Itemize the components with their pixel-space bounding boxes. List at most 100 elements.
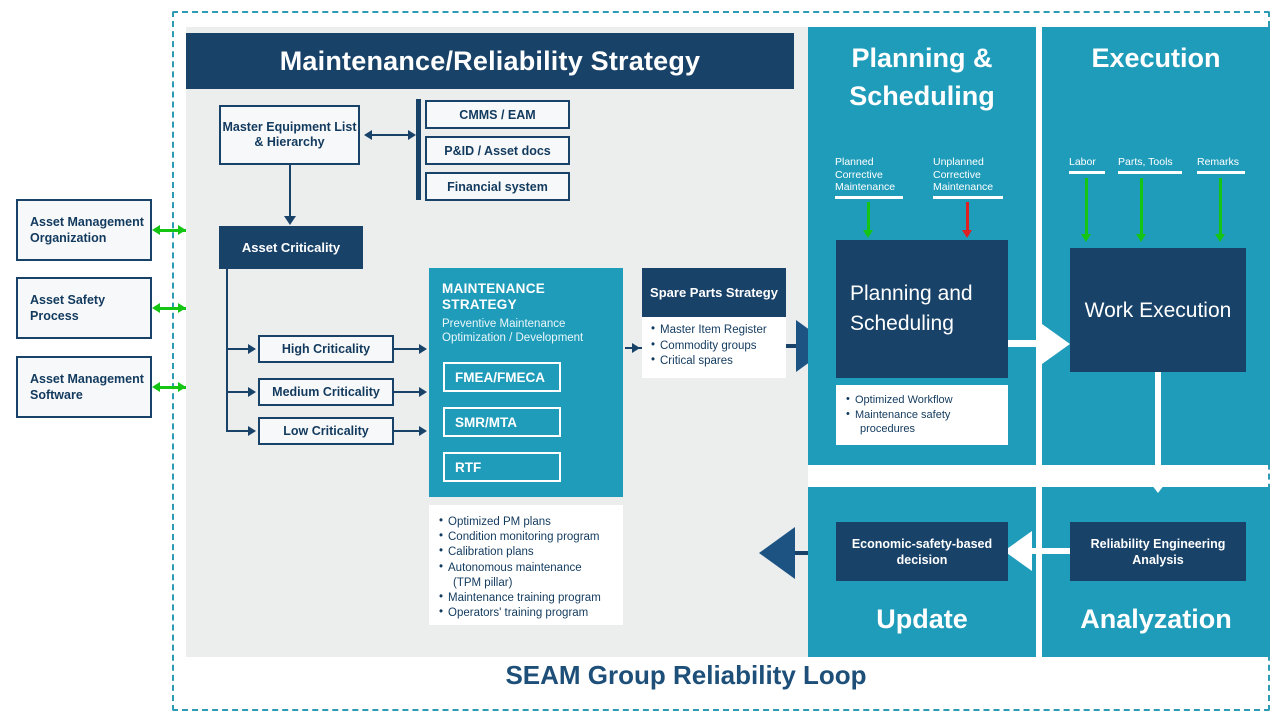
green-arrow-left-software (152, 382, 160, 392)
document-box-financial-system[interactable]: Financial system (425, 172, 570, 201)
list-item: Condition monitoring program (439, 529, 615, 545)
green-feed-line-planned (867, 202, 870, 232)
asset-criticality-box[interactable]: Asset Criticality (219, 226, 363, 269)
document-box-label: CMMS / EAM (459, 107, 536, 122)
arrow-left-master-docs (364, 130, 372, 140)
connector-execution-analyzation (1155, 372, 1161, 472)
list-item: Critical spares (651, 353, 780, 370)
work-execution-box[interactable]: Work Execution (1070, 248, 1246, 372)
connector-low-to-strategy (394, 430, 422, 432)
strategy-method-fmea[interactable]: FMEA/FMECA (443, 362, 561, 392)
arrow-right-strategy-spareparts (632, 343, 640, 353)
connector-master-docs (371, 134, 411, 136)
feed-underline (1118, 170, 1182, 174)
spare-parts-header: Spare Parts Strategy (642, 268, 786, 317)
planning-outputs-list: Optimized Workflow Maintenance safety pr… (846, 392, 1002, 437)
list-item: Master Item Register (651, 322, 780, 339)
green-arrow-right-org (178, 225, 186, 235)
arrow-right-low-criticality (248, 426, 256, 436)
arrow-right-master-docs (408, 130, 416, 140)
feed-underline (835, 195, 903, 199)
feed-label-planned-corrective-maintenance: Planned Corrective Maintenance (835, 156, 903, 199)
arrow-right-medium-to-strategy (419, 387, 427, 397)
criticality-label: Medium Criticality (272, 385, 380, 399)
economic-safety-based-decision-box[interactable]: Economic-safety-based decision (836, 522, 1008, 581)
strategy-method-label: FMEA/FMECA (455, 369, 545, 385)
arrow-right-high-criticality (248, 344, 256, 354)
strategy-method-label: RTF (455, 459, 482, 475)
strategy-panel-title: Maintenance/Reliability Strategy (279, 45, 701, 76)
list-item: Calibration plans (439, 544, 615, 560)
document-stack-bar (416, 99, 421, 200)
quadrant-title-update: Update (876, 604, 968, 634)
planning-outputs-panel: Optimized Workflow Maintenance safety pr… (836, 385, 1008, 445)
white-arrow-right-to-execution (1042, 324, 1070, 364)
criticality-label: High Criticality (281, 342, 371, 356)
big-arrow-left-update-loop (759, 527, 795, 579)
work-execution-label: Work Execution (1084, 298, 1232, 322)
maintenance-strategy-title: MAINTENANCE STRATEGY (442, 281, 546, 312)
document-box-cmms-eam[interactable]: CMMS / EAM (425, 100, 570, 129)
page-title: SEAM Group Reliability Loop (505, 660, 867, 690)
feed-label-text: Remarks (1197, 156, 1240, 168)
feed-label-parts-tools: Parts, Tools (1118, 156, 1182, 174)
document-box-label: Financial system (447, 179, 548, 194)
spare-parts-body: Master Item Register Commodity groups Cr… (642, 317, 786, 378)
criticality-box-medium[interactable]: Medium Criticality (258, 378, 394, 406)
list-item: Autonomous maintenance (439, 560, 615, 576)
strategy-method-smr-mta[interactable]: SMR/MTA (443, 407, 561, 437)
strategy-method-label: SMR/MTA (455, 414, 517, 430)
criticality-box-high[interactable]: High Criticality (258, 335, 394, 363)
green-arrow-down-planned (863, 230, 873, 238)
list-item: Optimized Workflow (846, 392, 1002, 408)
pm-outputs-panel: Optimized PM plans Condition monitoring … (429, 505, 623, 625)
green-arrow-right-safety (178, 303, 186, 313)
external-box-label: Asset Management Organization (30, 215, 144, 245)
green-arrow-left-org (152, 225, 160, 235)
criticality-box-low[interactable]: Low Criticality (258, 417, 394, 445)
green-feed-line-remarks (1219, 178, 1222, 236)
connector-medium-to-strategy (394, 391, 422, 393)
list-item-continuation: procedures (860, 423, 916, 435)
strategy-method-rtf[interactable]: RTF (443, 452, 561, 482)
green-feed-line-parts (1140, 178, 1143, 236)
arrow-down-master-criticality (284, 216, 296, 225)
planning-box-label: Planning and Scheduling (850, 282, 973, 335)
quadrant-title-analyzation: Analyzation (1080, 604, 1232, 634)
green-arrow-right-software (178, 382, 186, 392)
feed-label-unplanned-corrective-maintenance: Unplanned Corrective Maintenance (933, 156, 1003, 199)
pm-outputs-list: Optimized PM plans Condition monitoring … (439, 514, 615, 621)
feed-underline (1197, 170, 1245, 174)
master-equipment-label: Master Equipment List & Hierarchy (222, 120, 357, 149)
diagram-canvas: Asset Management Organization Asset Safe… (0, 0, 1280, 719)
maintenance-strategy-subtitle: Preventive Maintenance Optimization / De… (442, 318, 584, 344)
external-box-asset-safety-process[interactable]: Asset Safety Process (16, 277, 152, 339)
external-box-asset-management-organization[interactable]: Asset Management Organization (16, 199, 152, 261)
master-equipment-list-box[interactable]: Master Equipment List & Hierarchy (219, 105, 360, 165)
feed-label-text: Planned Corrective Maintenance (835, 156, 896, 194)
green-feed-line-labor (1085, 178, 1088, 236)
quadrant-title-planning: Planning & Scheduling (849, 43, 995, 111)
list-item: Maintenance safety (846, 407, 1002, 423)
white-arrow-down-to-analyzation (1138, 467, 1178, 493)
reliability-engineering-analysis-box[interactable]: Reliability Engineering Analysis (1070, 522, 1246, 581)
red-feed-line-unplanned (966, 202, 969, 232)
feed-label-text: Unplanned Corrective Maintenance (933, 156, 994, 194)
external-box-asset-management-software[interactable]: Asset Management Software (16, 356, 152, 418)
green-arrow-down-labor (1081, 234, 1091, 242)
planning-and-scheduling-box[interactable]: Planning and Scheduling (836, 240, 1008, 378)
feed-underline (933, 195, 1003, 199)
reliability-analysis-label: Reliability Engineering Analysis (1090, 536, 1226, 567)
feed-label-labor: Labor (1069, 156, 1105, 174)
asset-criticality-label: Asset Criticality (241, 240, 341, 255)
spare-parts-title: Spare Parts Strategy (650, 284, 778, 300)
red-arrow-down-unplanned (962, 230, 972, 238)
list-item: Maintenance training program (439, 590, 615, 606)
strategy-panel-header: Maintenance/Reliability Strategy (186, 33, 794, 89)
feed-label-remarks: Remarks (1197, 156, 1245, 174)
quadrant-title-execution: Execution (1091, 43, 1221, 73)
arrow-right-high-to-strategy (419, 344, 427, 354)
arrow-right-low-to-strategy (419, 426, 427, 436)
spare-parts-list: Master Item Register Commodity groups Cr… (651, 322, 780, 370)
document-box-pid-asset-docs[interactable]: P&ID / Asset docs (425, 136, 570, 165)
